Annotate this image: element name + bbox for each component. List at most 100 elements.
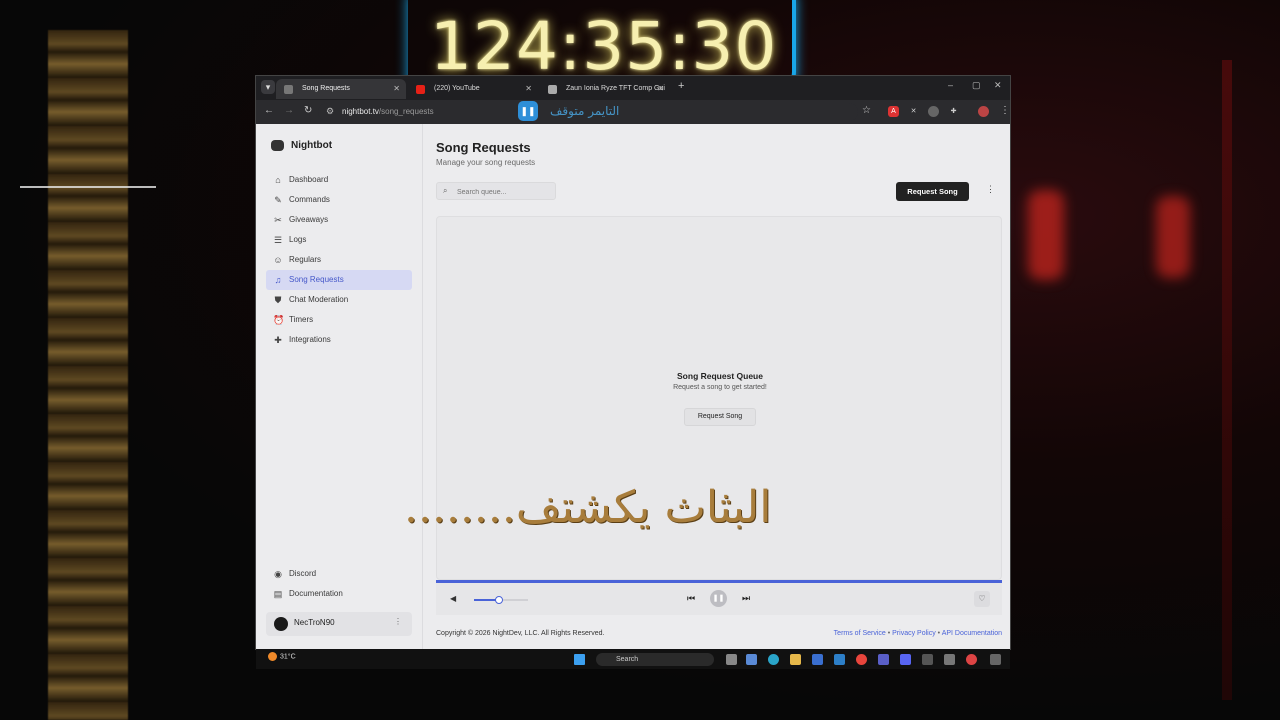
browser-tab[interactable]: (220) YouTube ✕ [408,79,538,99]
taskbar-search[interactable]: Search [596,653,714,666]
sidebar-nav: ⌂ Dashboard ✎ Commands ✂ Giveaways ☰ Logs ☺ Regul… [266,170,412,350]
teams-icon[interactable] [878,654,889,665]
minimize-icon[interactable]: – [948,80,953,90]
task-view-icon[interactable] [726,654,737,665]
nightbot-page: Nightbot ⌂ Dashboard ✎ Commands ✂ Giveaways ☰ L… [256,124,1010,649]
footer-link[interactable]: Terms of Service [834,630,886,637]
wand-icon: ✎ [274,195,282,205]
sidebar-item-regulars[interactable]: ☺ Regulars [266,250,412,270]
tab-favicon-icon [284,85,293,94]
play-pause-button[interactable]: ❚❚ [710,590,727,607]
app-icon[interactable] [990,654,1001,665]
sidebar-item-chat-moderation[interactable]: ⛊ Chat Moderation [266,290,412,310]
sidebar-item-commands[interactable]: ✎ Commands [266,190,412,210]
discord-app-icon[interactable] [900,654,911,665]
search-input[interactable] [455,185,555,199]
browser-menu-icon[interactable]: ⋮ [1000,105,1010,116]
close-window-icon[interactable]: ✕ [994,80,1002,91]
forward-icon[interactable]: → [284,105,294,116]
weather-widget[interactable]: 31°C [268,652,296,661]
volume-icon[interactable]: ◀ [450,594,456,603]
file-explorer-icon[interactable] [790,654,801,665]
volume-handle[interactable] [495,596,504,604]
user-menu-icon[interactable]: ⋮ [394,617,402,626]
browser-tab[interactable]: Song Requests ✕ [276,79,406,99]
app-icon[interactable] [944,654,955,665]
pause-icon: ❚❚ [518,101,538,121]
tab-close-icon[interactable]: ✕ [657,79,664,99]
tab-favicon-icon [548,85,557,94]
sidebar: Nightbot ⌂ Dashboard ✎ Commands ✂ Giveaways ☰ L… [256,124,423,649]
start-icon[interactable] [574,654,585,665]
url-text: nightbot.tv/song_requests [342,107,434,116]
tab-close-icon[interactable]: ✕ [525,79,532,99]
footer-link[interactable]: API Documentation [942,630,1002,637]
sidebar-item-label: Regulars [289,255,322,264]
stream-timer: 124:35:30 [430,8,778,85]
sidebar-item-label: Integrations [289,335,331,344]
sidebar-link-discord[interactable]: ◉ Discord [266,564,412,584]
bookmark-star-icon[interactable]: ☆ [862,105,871,116]
sidebar-item-dashboard[interactable]: ⌂ Dashboard [266,170,412,190]
sidebar-item-logs[interactable]: ☰ Logs [266,230,412,250]
volume-slider[interactable] [474,596,528,604]
more-options-icon[interactable]: ⋮ [986,184,995,195]
tab-favicon-icon [416,85,425,94]
site-settings-icon[interactable]: ⚙ [326,106,334,117]
background-line [20,186,156,188]
outlook-icon[interactable] [834,654,845,665]
headphones-icon: ♫ [274,275,282,285]
search-box[interactable]: ⌕ [436,182,556,200]
sidebar-item-giveaways[interactable]: ✂ Giveaways [266,210,412,230]
tab-label: (220) YouTube [434,85,480,92]
timer-paused-label: التايمر متوقف [550,104,620,118]
book-icon: ▤ [273,589,283,599]
sidebar-item-song-requests[interactable]: ♫ Song Requests [266,270,412,290]
next-track-icon[interactable]: ⏭ [742,593,750,604]
tab-search-icon[interactable]: ▾ [261,80,275,94]
edge-icon[interactable] [768,654,779,665]
app-icon[interactable] [966,654,977,665]
sidebar-item-integrations[interactable]: ✚ Integrations [266,330,412,350]
main-content: Song Requests Manage your song requests … [436,124,1002,649]
request-song-button[interactable]: Request Song [896,182,969,201]
profile-avatar[interactable] [978,106,989,117]
footer-link[interactable]: Privacy Policy [892,630,936,637]
heart-icon[interactable]: ♡ [974,591,990,607]
avatar [274,617,288,631]
new-tab-button[interactable]: + [678,80,684,92]
maximize-icon[interactable]: ▢ [972,80,981,91]
reload-icon[interactable]: ↻ [304,105,312,116]
chrome-icon[interactable] [856,654,867,665]
extension-icon[interactable] [928,106,939,117]
queue-title: Song Request Queue [677,371,763,381]
sidebar-item-label: Song Requests [289,275,344,284]
brand[interactable]: Nightbot [271,140,332,151]
back-icon[interactable]: ← [264,105,274,116]
page-subtitle: Manage your song requests [436,158,536,167]
adblock-extension-icon[interactable]: A [888,106,899,117]
background-left-strip [48,30,128,720]
tab-label: Zaun Ionia Ryze TFT Comp Gui [566,85,665,92]
users-icon: ☺ [273,255,283,265]
clock-icon: ⏰ [273,315,285,325]
sidebar-link-documentation[interactable]: ▤ Documentation [266,584,412,604]
list-icon: ☰ [273,235,283,245]
widgets-icon[interactable] [746,654,757,665]
sidebar-link-label: Documentation [289,589,343,598]
browser-tab[interactable]: Zaun Ionia Ryze TFT Comp Gui ✕ [540,79,670,99]
sidebar-item-timers[interactable]: ⏰ Timers [266,310,412,330]
shield-icon: ⛊ [274,295,282,305]
gift-icon: ✂ [274,215,282,225]
app-icon[interactable] [922,654,933,665]
extensions-puzzle-icon[interactable]: ✚ [948,106,959,117]
background-bar [1222,60,1232,700]
search-icon: ⌕ [443,186,448,195]
user-card[interactable]: NecTroN90 ⋮ [266,612,412,636]
mute-icon[interactable]: ✕ [908,106,919,117]
queue-request-song-button[interactable]: Request Song [684,408,756,426]
previous-track-icon[interactable]: ⏮ [687,593,695,604]
store-icon[interactable] [812,654,823,665]
tab-close-icon[interactable]: ✕ [393,79,400,99]
nightbot-logo-icon [271,140,284,151]
